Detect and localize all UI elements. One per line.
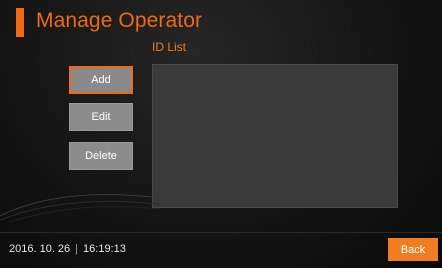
back-button[interactable]: Back <box>388 238 438 261</box>
decorative-swoosh <box>0 194 160 223</box>
id-list-label: ID List <box>152 40 187 54</box>
id-list-box[interactable] <box>152 64 398 208</box>
edit-button[interactable]: Edit <box>69 103 133 131</box>
manage-operator-screen: Manage Operator ID List Add Edit Delete … <box>0 0 442 268</box>
datetime-separator: | <box>75 243 79 255</box>
title-accent-bar <box>16 8 24 37</box>
page-title: Manage Operator <box>36 9 203 32</box>
add-button[interactable]: Add <box>69 66 133 94</box>
time-text: 16:19:13 <box>83 243 126 255</box>
footer-divider <box>0 232 442 233</box>
date-text: 2016. 10. 26 <box>9 243 71 255</box>
delete-button[interactable]: Delete <box>69 142 133 170</box>
datetime-display: 2016. 10. 26 | 16:19:13 <box>9 243 126 255</box>
